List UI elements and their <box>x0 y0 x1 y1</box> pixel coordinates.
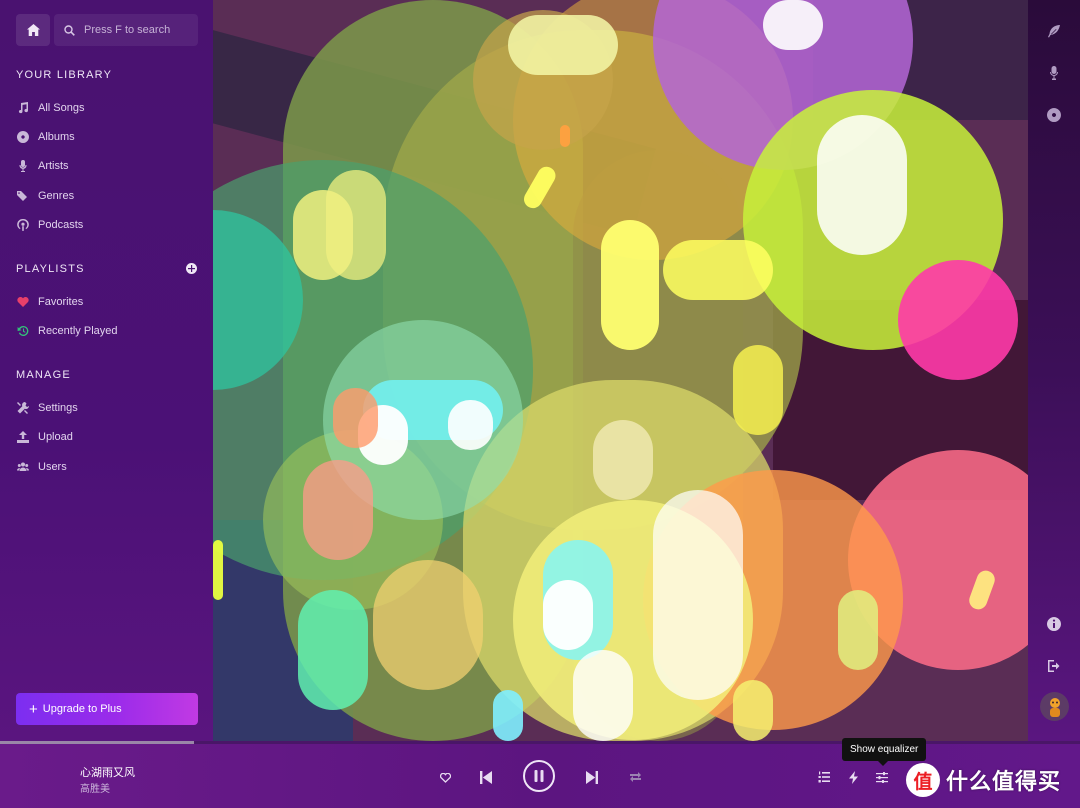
equalizer-button[interactable] <box>874 769 890 785</box>
artist-info-button[interactable] <box>1044 63 1064 83</box>
tools-icon <box>17 402 29 414</box>
sidebar-topbar <box>16 14 198 46</box>
lightning-icon <box>848 770 858 784</box>
equalizer-tooltip: Show equalizer <box>842 738 927 766</box>
sidebar-item-label: Recently Played <box>38 325 118 337</box>
search-input[interactable] <box>84 24 194 36</box>
skip-back-icon <box>480 770 492 784</box>
avatar-icon <box>1049 697 1060 717</box>
sidebar-item-label: Albums <box>38 131 75 143</box>
pause-icon <box>534 770 544 782</box>
plus-icon <box>188 265 195 272</box>
music-note-icon <box>17 102 29 114</box>
about-button[interactable] <box>1044 614 1064 634</box>
logout-button[interactable] <box>1044 656 1064 676</box>
sidebar-item-all-songs[interactable]: All Songs <box>17 99 84 117</box>
plus-icon: + <box>29 700 38 718</box>
upgrade-label: Upgrade to Plus <box>42 703 122 715</box>
repeat-button[interactable] <box>627 769 643 785</box>
playlists-section-title: PLAYLISTS <box>16 263 85 275</box>
add-playlist-button[interactable] <box>186 263 197 274</box>
ordered-list-icon <box>818 771 830 783</box>
right-rail <box>1028 0 1080 741</box>
sidebar-item-artists[interactable]: Artists <box>17 157 69 175</box>
skip-forward-icon <box>586 770 598 784</box>
queue-button[interactable] <box>816 769 832 785</box>
sidebar-item-users[interactable]: Users <box>17 458 67 476</box>
sliders-icon <box>876 771 888 783</box>
microphone-icon <box>17 160 29 172</box>
next-button[interactable] <box>584 769 600 785</box>
disc-icon <box>1047 108 1061 122</box>
watermark-badge: 值 <box>906 763 940 797</box>
sidebar-item-label: Artists <box>38 160 69 172</box>
sidebar-item-label: All Songs <box>38 102 85 114</box>
sidebar-item-recently-played[interactable]: Recently Played <box>17 322 118 340</box>
history-icon <box>17 325 29 337</box>
sidebar: YOUR LIBRARY All Songs Albums Artists Ge… <box>0 0 213 741</box>
previous-button[interactable] <box>478 769 494 785</box>
search-icon <box>64 24 75 36</box>
manage-section-title: MANAGE <box>16 369 71 381</box>
library-section-title: YOUR LIBRARY <box>16 69 113 81</box>
sidebar-item-favorites[interactable]: Favorites <box>17 293 83 311</box>
sidebar-item-label: Podcasts <box>38 219 84 231</box>
home-button[interactable] <box>16 14 50 46</box>
tags-icon <box>17 190 29 202</box>
upgrade-to-plus-button[interactable]: + Upgrade to Plus <box>16 693 198 725</box>
music-visualizer <box>213 0 1028 741</box>
like-button[interactable] <box>437 770 453 786</box>
sidebar-item-label: Favorites <box>38 296 84 308</box>
podcast-icon <box>17 219 29 231</box>
sidebar-item-label: Upload <box>38 431 73 443</box>
sidebar-item-label: Settings <box>38 402 78 414</box>
track-artist[interactable]: 高胜美 <box>80 780 110 795</box>
home-icon <box>26 24 40 36</box>
sidebar-item-label: Genres <box>38 190 75 202</box>
users-icon <box>17 461 29 473</box>
track-title[interactable]: 心湖雨又风 <box>80 764 135 780</box>
sidebar-item-label: Users <box>38 461 67 473</box>
album-info-button[interactable] <box>1044 105 1064 125</box>
heart-outline-icon <box>439 773 451 783</box>
watermark-text: 什么值得买 <box>946 769 1062 794</box>
pause-button[interactable] <box>523 760 555 792</box>
visualizer-button[interactable] <box>845 769 861 785</box>
lyrics-button[interactable] <box>1044 21 1064 41</box>
sidebar-item-podcasts[interactable]: Podcasts <box>17 216 83 234</box>
sidebar-item-genres[interactable]: Genres <box>17 187 74 205</box>
sidebar-item-albums[interactable]: Albums <box>17 128 75 146</box>
sidebar-item-settings[interactable]: Settings <box>17 399 78 417</box>
feather-icon <box>1048 25 1060 38</box>
microphone-icon <box>1049 66 1059 80</box>
visualizer-canvas <box>213 0 1028 741</box>
watermark-logo: 值 什么值得买 <box>906 761 1061 799</box>
repeat-icon <box>629 772 641 782</box>
heart-icon <box>17 296 29 308</box>
sidebar-item-upload[interactable]: Upload <box>17 428 73 446</box>
logout-icon <box>1048 660 1060 672</box>
user-avatar[interactable] <box>1040 692 1069 721</box>
info-icon <box>1047 617 1061 631</box>
disc-icon <box>17 131 29 143</box>
search-box[interactable] <box>54 14 198 46</box>
upload-icon <box>17 431 29 443</box>
